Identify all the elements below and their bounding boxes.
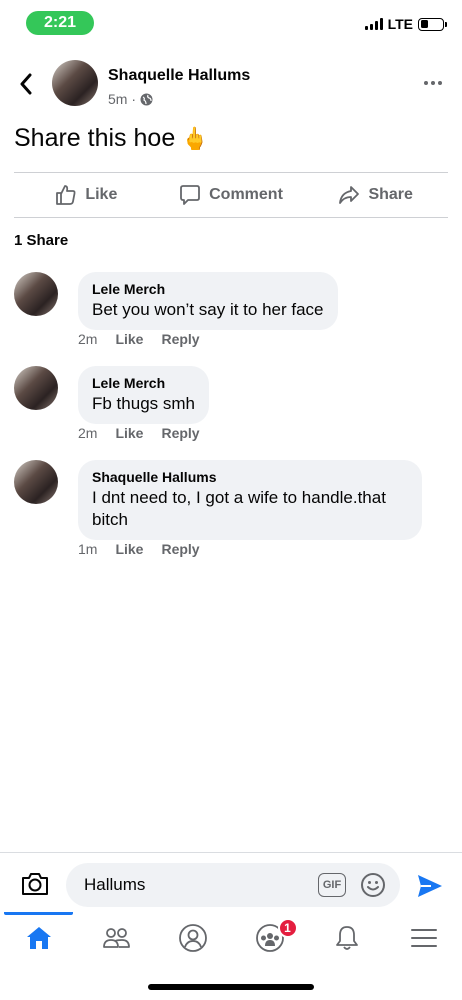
back-button[interactable] [14,70,38,98]
home-indicator [148,984,314,990]
chevron-left-icon [20,73,32,95]
post-author-name[interactable]: Shaquelle Hallums [108,67,250,85]
send-icon [418,875,442,897]
tab-friends[interactable] [77,912,154,964]
comment-text: Fb thugs smh [92,394,195,413]
friends-icon [102,928,130,948]
like-label: Like [85,186,118,203]
post-emoji: 🖕 [181,125,209,151]
status-time: 2:21 [26,11,94,35]
bell-icon [335,926,358,950]
camera-icon [22,873,48,895]
globe-icon [140,93,153,105]
menu-icon [410,929,437,947]
comment-input[interactable] [66,863,400,907]
tab-groups[interactable]: 1 [231,912,308,964]
thumbs-up-icon [56,185,76,205]
comment-reply-button[interactable]: Reply [161,425,199,441]
commenter-name[interactable]: Lele Merch [92,280,324,298]
battery-icon [418,17,447,31]
comment-actions: 2m Like Reply [78,425,200,441]
comment-time: 2m [78,331,98,347]
comment-label: Comment [209,186,283,203]
signal-icon [364,18,383,30]
commenter-avatar[interactable] [14,460,58,504]
post-meta: 5m · [108,91,153,107]
status-indicators: LTE [364,16,447,32]
home-icon [26,927,51,949]
post-text: Share this hoe 🖕 [14,124,209,153]
comment-actions: 2m Like Reply [78,331,200,347]
send-button[interactable] [416,873,444,899]
author-avatar[interactable] [52,60,98,106]
comment-like-button[interactable]: Like [115,425,143,441]
comment-text: I dnt need to, I got a wife to handle.th… [92,488,386,529]
comment-reply-button[interactable]: Reply [161,331,199,347]
post-action-bar: Like Comment Share [14,172,448,218]
tab-home[interactable] [0,912,77,964]
comment-time: 2m [78,425,98,441]
comment-actions: 1m Like Reply [78,541,200,557]
tab-notifications[interactable] [308,912,385,964]
share-button[interactable]: Share [303,173,448,217]
comment-bubble: Lele Merch Bet you won’t say it to her f… [78,272,338,330]
comment-bubble: Shaquelle Hallums I dnt need to, I got a… [78,460,422,540]
comment-composer: GIF [0,852,462,912]
notification-badge: 1 [277,918,298,938]
comment-button[interactable]: Comment [159,173,304,217]
comment-text: Bet you won’t say it to her face [92,300,324,319]
tab-profile[interactable] [154,912,231,964]
camera-button[interactable] [20,871,50,897]
smiley-icon [361,873,385,897]
commenter-avatar[interactable] [14,366,58,410]
commenter-name[interactable]: Shaquelle Hallums [92,468,408,486]
share-label: Share [368,186,413,203]
comment-bubble: Lele Merch Fb thugs smh [78,366,209,424]
gif-button[interactable]: GIF [318,873,346,897]
comment-reply-button[interactable]: Reply [161,541,199,557]
commenter-avatar[interactable] [14,272,58,316]
post-timestamp: 5m · [108,91,136,107]
commenter-name[interactable]: Lele Merch [92,374,195,392]
more-options-button[interactable] [422,72,444,94]
bottom-tab-bar: 1 [0,912,462,964]
emoji-button[interactable] [360,872,386,898]
profile-icon [178,924,207,952]
share-count[interactable]: 1 Share [14,232,68,249]
comment-time: 1m [78,541,98,557]
tab-menu[interactable] [385,912,462,964]
comment-like-button[interactable]: Like [115,331,143,347]
network-label: LTE [387,16,413,32]
comment-like-button[interactable]: Like [115,541,143,557]
comment-icon [180,185,201,205]
post-header: Shaquelle Hallums 5m · [0,58,462,114]
share-arrow-icon [339,186,360,204]
status-bar: 2:21 LTE [0,0,462,44]
post-body: Share this hoe [14,124,176,152]
like-button[interactable]: Like [14,173,159,217]
